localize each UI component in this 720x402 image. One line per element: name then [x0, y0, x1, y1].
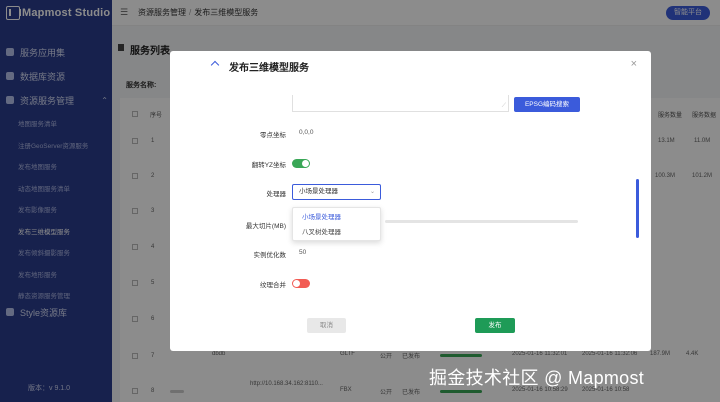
- publish-3d-model-dialog: 发布三维模型服务 × ⟋ EPSG编码搜索 零点坐标 0,0,0 翻转YZ坐标 …: [170, 51, 651, 351]
- processor-label: 处理器: [266, 191, 287, 198]
- dialog-title: 发布三维模型服务: [229, 63, 309, 74]
- instance-optimization-value[interactable]: 50: [299, 249, 306, 256]
- origin-label: 零点坐标: [260, 132, 286, 139]
- max-slice-label: 最大切片(MB): [245, 223, 286, 230]
- processor-dropdown: 小场景处理器 八叉树处理器: [292, 207, 381, 241]
- origin-value[interactable]: 0,0,0: [299, 129, 313, 136]
- cancel-button[interactable]: 取消: [307, 318, 346, 333]
- upload-icon: [210, 60, 220, 70]
- epsg-search-button[interactable]: EPSG编码搜索: [514, 97, 580, 112]
- coordinate-system-textarea[interactable]: ⟋: [292, 95, 509, 112]
- dropdown-option[interactable]: 小场景处理器: [293, 210, 380, 225]
- flip-yz-switch[interactable]: [292, 159, 310, 168]
- publish-button[interactable]: 发布: [475, 318, 515, 333]
- switch-knob: [293, 280, 300, 287]
- watermark-text: 掘金技术社区 @ Mapmost: [429, 368, 645, 388]
- flip-yz-label: 翻转YZ坐标: [251, 162, 286, 169]
- close-icon[interactable]: ×: [631, 58, 637, 70]
- switch-knob: [302, 160, 309, 167]
- chevron-down-icon: ⌄: [369, 189, 375, 195]
- max-slice-slider[interactable]: [385, 220, 578, 223]
- processor-select[interactable]: 小场景处理器 ⌄: [292, 184, 381, 200]
- resize-handle-icon[interactable]: ⟋: [502, 103, 506, 110]
- dropdown-option[interactable]: 八叉树处理器: [293, 225, 380, 240]
- dialog-scrollbar[interactable]: [636, 179, 639, 238]
- processor-select-value: 小场景处理器: [299, 188, 338, 195]
- texture-merge-label: 纹理合并: [260, 282, 286, 289]
- instance-optimization-label: 实例优化数: [253, 252, 287, 259]
- texture-merge-switch[interactable]: [292, 279, 310, 288]
